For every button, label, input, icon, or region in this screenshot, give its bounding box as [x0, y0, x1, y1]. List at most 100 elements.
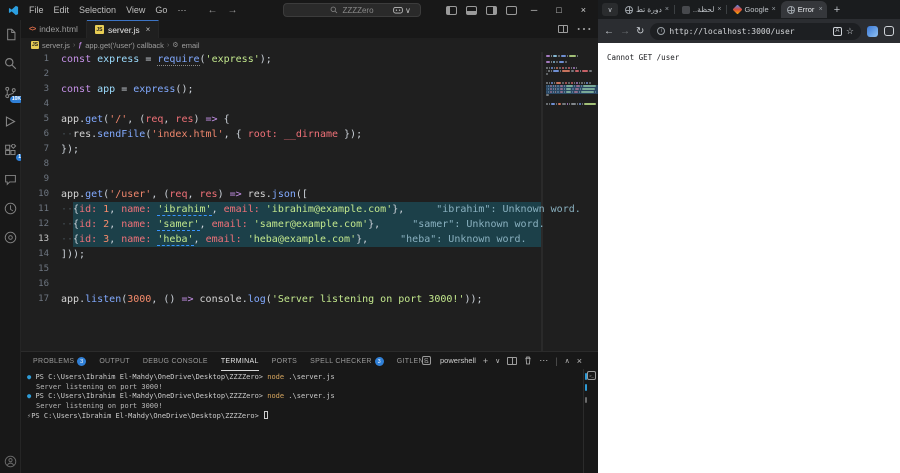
split-terminal-icon[interactable]	[507, 356, 518, 365]
browser-tab-3[interactable]: Google ×	[728, 2, 779, 17]
extension-circle-icon[interactable]	[2, 229, 18, 245]
copilot-icon[interactable]: ∨	[393, 6, 411, 15]
code-line: 2	[43, 69, 49, 79]
panel-tab-problems[interactable]: PROBLEMS 3	[33, 353, 87, 370]
translate-icon[interactable]: A	[832, 26, 842, 36]
search-sidebar-icon[interactable]	[2, 55, 18, 71]
profile-icon[interactable]	[884, 26, 894, 36]
property-symbol-icon: ⚙	[172, 42, 179, 49]
maximize-panel-icon[interactable]: ∧	[565, 357, 570, 365]
terminal-dropdown-icon[interactable]: ∨	[495, 357, 500, 365]
back-icon[interactable]: ←	[604, 26, 614, 37]
google-favicon	[733, 4, 743, 15]
close-panel-icon[interactable]: ×	[577, 356, 582, 366]
minimize-button[interactable]: ─	[526, 5, 542, 15]
error-message: Cannot GET /user	[607, 53, 680, 62]
toggle-panel-icon[interactable]	[465, 5, 477, 15]
menu-more[interactable]: ⋯	[172, 3, 191, 18]
address-bar[interactable]: i http://localhost:3000/user A ☆	[650, 22, 861, 40]
activity-bar: 10K 1	[0, 20, 23, 473]
code-line: 16	[38, 279, 49, 289]
forward-icon[interactable]: →	[620, 26, 630, 37]
terminal-line: ● PS C:\Users\Ibrahim El-Mahdy\OneDrive\…	[27, 392, 335, 400]
breadcrumb-symbol-email[interactable]: ⚙ email	[172, 41, 199, 50]
menu-selection[interactable]: Selection	[74, 3, 121, 18]
panel-tab-debug-console[interactable]: DEBUG CONSOLE	[143, 353, 208, 370]
minimap-selection	[546, 85, 598, 94]
tab-server-js[interactable]: JS server.js ×	[86, 20, 160, 38]
code-line: 8	[43, 159, 49, 169]
toggle-sidebar-icon[interactable]	[445, 5, 457, 15]
new-tab-icon[interactable]: +	[828, 4, 846, 16]
code-editor[interactable]: 1 const express = require('express'); 2 3 co…	[21, 52, 598, 351]
url-text: http://localhost:3000/user	[669, 26, 795, 36]
run-debug-icon[interactable]	[2, 113, 18, 129]
tab-index-html[interactable]: <> index.html	[21, 20, 87, 38]
live-share-icon[interactable]	[2, 200, 18, 216]
panel-tab-ports[interactable]: PORTS	[272, 353, 298, 370]
editor-tab-bar: <> index.html JS server.js × ⋯	[21, 20, 598, 38]
tab-close-icon[interactable]: ×	[146, 25, 151, 34]
screen: File Edit Selection View Go ⋯ ← → ZZZZero ∨ ─…	[0, 0, 900, 473]
browser-tab-error[interactable]: Error ×	[780, 1, 827, 18]
panel-tab-output[interactable]: OUTPUT	[99, 353, 130, 370]
panel-tab-terminal[interactable]: TERMINAL	[220, 354, 259, 371]
js-file-icon: JS	[31, 41, 39, 49]
extensions-icon[interactable]: 1	[2, 142, 23, 161]
extension-icon[interactable]	[867, 25, 878, 37]
account-icon[interactable]	[2, 453, 18, 469]
nav-back-icon[interactable]: ←	[207, 5, 217, 16]
toggle-secondary-sidebar-icon[interactable]	[485, 5, 497, 15]
menu-bar: File Edit Selection View Go ⋯	[24, 3, 191, 18]
inline-annotation: "heba": Unknown word.	[400, 234, 527, 245]
terminal-line: ⚡PS C:\Users\Ibrahim El-Mahdy\OneDrive\D…	[27, 411, 598, 422]
menu-edit[interactable]: Edit	[49, 3, 75, 18]
inline-annotation: "ibrahim": Unknown word.	[436, 204, 581, 215]
terminal-line: ● PS C:\Users\Ibrahim El-Mahdy\OneDrive\…	[27, 373, 335, 381]
explorer-icon[interactable]	[2, 26, 18, 42]
customize-layout-icon[interactable]	[505, 5, 517, 15]
terminal-list-sidebar[interactable]: >_	[583, 369, 598, 473]
powershell-icon: >_	[422, 356, 432, 365]
terminal-name[interactable]: powershell	[440, 356, 476, 365]
new-terminal-icon[interactable]: +	[483, 356, 488, 366]
tab-close-icon[interactable]: ×	[717, 6, 721, 13]
maximize-button[interactable]: □	[551, 5, 566, 15]
command-decoration	[585, 373, 587, 380]
breadcrumb-symbol-callback[interactable]: ƒ app.get('/user') callback	[78, 41, 164, 50]
close-button[interactable]: ×	[576, 5, 591, 15]
breadcrumb-file[interactable]: JS server.js	[31, 41, 70, 50]
browser-tab-1[interactable]: دورة تط ×	[619, 2, 673, 17]
panel-more-icon[interactable]: ⋯	[539, 355, 548, 366]
reload-icon[interactable]: ↻	[636, 26, 644, 37]
menu-go[interactable]: Go	[150, 3, 172, 18]
tab-search-chevron-icon[interactable]: ∨	[602, 3, 618, 16]
terminal-line: Server listening on port 3000!	[36, 401, 163, 410]
tab-close-icon[interactable]: ×	[819, 6, 823, 13]
menu-view[interactable]: View	[121, 3, 150, 18]
editor-more-actions-icon[interactable]: ⋯	[576, 19, 592, 39]
code-line: 5 app.get('/', (req, res) => {	[43, 114, 230, 125]
html-file-icon: <>	[29, 25, 36, 33]
tab-close-icon[interactable]: ×	[772, 6, 776, 13]
kill-terminal-icon[interactable]	[524, 356, 532, 365]
terminal[interactable]: ● PS C:\Users\Ibrahim El-Mahdy\OneDrive\…	[21, 369, 598, 422]
site-info-icon[interactable]: i	[657, 27, 666, 35]
bookmark-star-icon[interactable]: ☆	[846, 26, 854, 37]
browser-tab-2[interactable]: لحظة.. ×	[676, 2, 726, 17]
search-placeholder: ZZZZero	[342, 5, 374, 15]
code-line: 9	[43, 174, 49, 184]
browser-window: ∨ دورة تط × لحظة.. × Google × Error × + …	[598, 0, 900, 473]
split-editor-icon[interactable]	[558, 25, 568, 33]
code-line: 6 ··res.sendFile('index.html', { root: __…	[43, 129, 363, 140]
code-line: 17 app.listen(3000, () => console.log('Se…	[38, 294, 483, 305]
code-line: 1 const express = require('express');	[43, 54, 272, 66]
nav-forward-icon[interactable]: →	[227, 5, 237, 16]
tab-close-icon[interactable]: ×	[665, 6, 669, 13]
panel-tab-spell-checker[interactable]: SPELL CHECKER 3	[310, 353, 384, 370]
breadcrumb: JS server.js › ƒ app.get('/user') callba…	[21, 38, 598, 52]
chat-icon[interactable]	[2, 171, 18, 187]
js-file-icon: JS	[94, 25, 104, 34]
source-control-icon[interactable]: 10K	[2, 84, 23, 103]
menu-file[interactable]: File	[24, 3, 49, 18]
